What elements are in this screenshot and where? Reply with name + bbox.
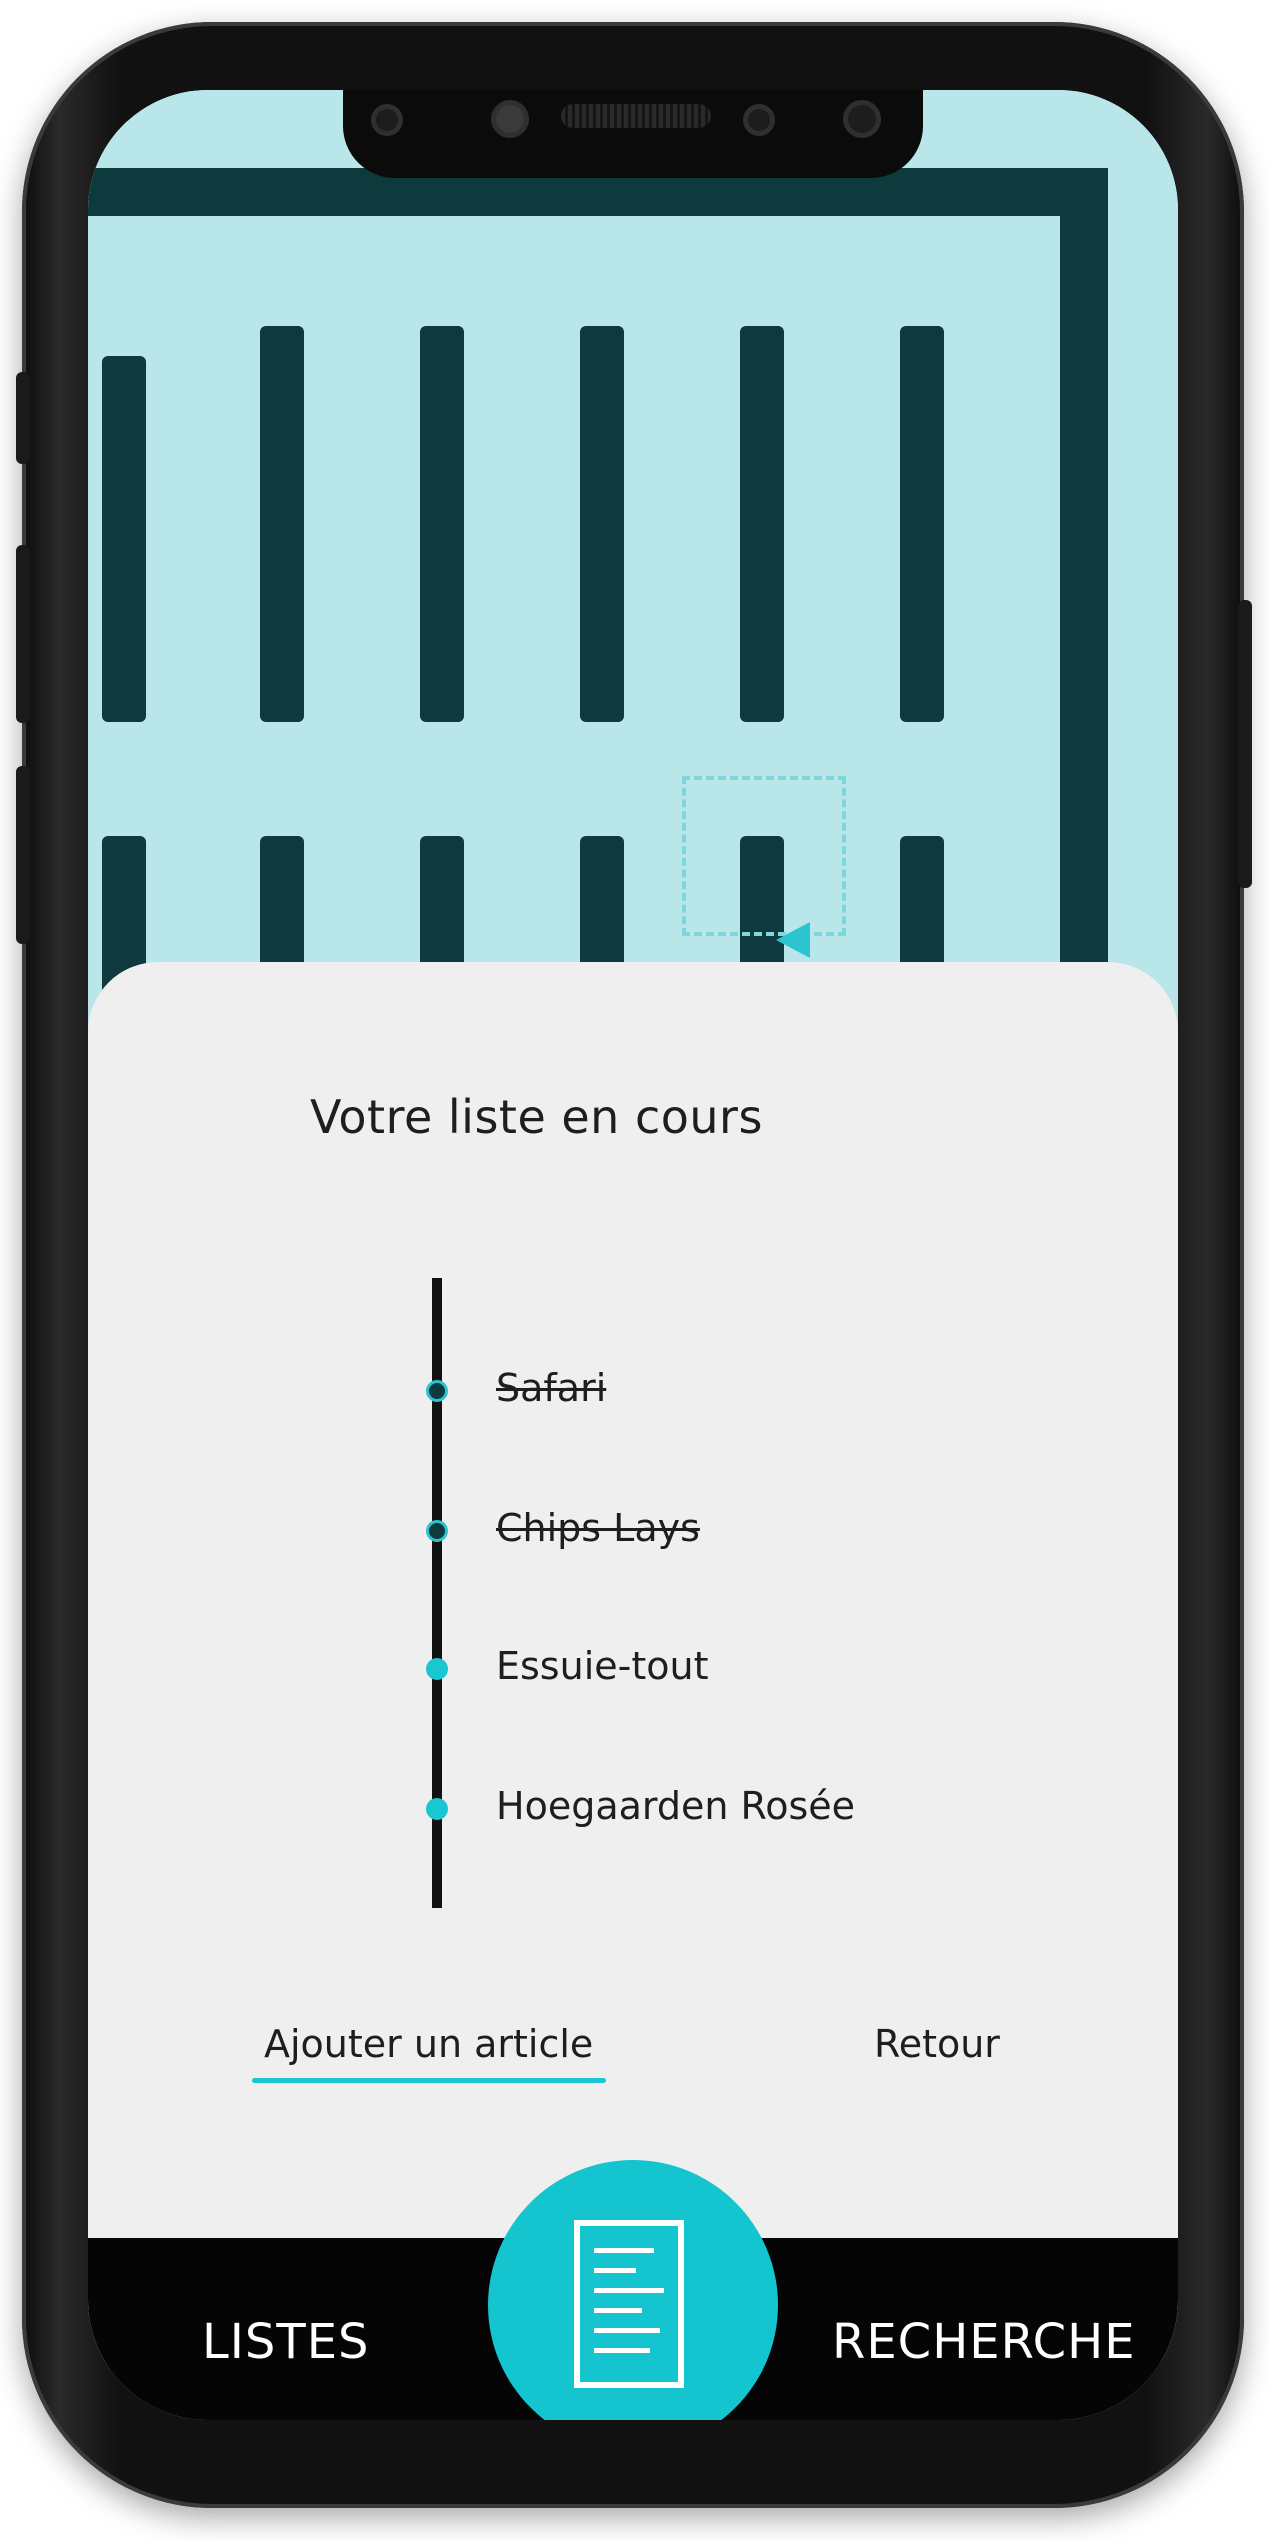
list-item-label[interactable]: Chips Lays: [496, 1506, 700, 1550]
shelf: [580, 326, 624, 722]
tab-recherche[interactable]: RECHERCHE: [832, 2314, 1136, 2370]
sensor-icon: [743, 104, 775, 136]
store-map[interactable]: [88, 90, 1178, 1128]
sensor-icon: [371, 104, 403, 136]
sheet-title: Votre liste en cours: [310, 1090, 763, 1144]
back-button[interactable]: Retour: [874, 2022, 1000, 2066]
tab-listes[interactable]: LISTES: [202, 2314, 369, 2370]
shelf: [102, 356, 146, 722]
add-item-button[interactable]: Ajouter un article: [264, 2022, 593, 2074]
shelf: [900, 326, 944, 722]
document-list-icon: [574, 2220, 684, 2388]
front-camera-icon: [843, 100, 881, 138]
location-arrow-icon: [776, 922, 810, 958]
page: Votre liste en cours Safari Chips Lays E…: [0, 0, 1268, 2540]
shelf: [260, 326, 304, 722]
timeline-dot-checked: [426, 1380, 448, 1402]
shelf: [420, 326, 464, 722]
add-item-underline: [252, 2078, 606, 2083]
timeline-dot: [426, 1658, 448, 1680]
screen: Votre liste en cours Safari Chips Lays E…: [88, 90, 1178, 2420]
list-item-label[interactable]: Essuie-tout: [496, 1644, 708, 1688]
shelf: [740, 326, 784, 722]
list-item-label[interactable]: Safari: [496, 1366, 606, 1410]
list-item-label[interactable]: Hoegaarden Rosée: [496, 1784, 855, 1828]
volume-down-button: [16, 766, 30, 944]
power-button: [1238, 600, 1252, 888]
speaker-grille: [561, 104, 711, 128]
route-highlight: [682, 776, 846, 936]
timeline-dot: [426, 1798, 448, 1820]
mute-switch: [16, 372, 30, 464]
volume-up-button: [16, 545, 30, 723]
phone-notch: [343, 90, 923, 178]
timeline-dot-checked: [426, 1520, 448, 1542]
camera-icon: [491, 100, 529, 138]
